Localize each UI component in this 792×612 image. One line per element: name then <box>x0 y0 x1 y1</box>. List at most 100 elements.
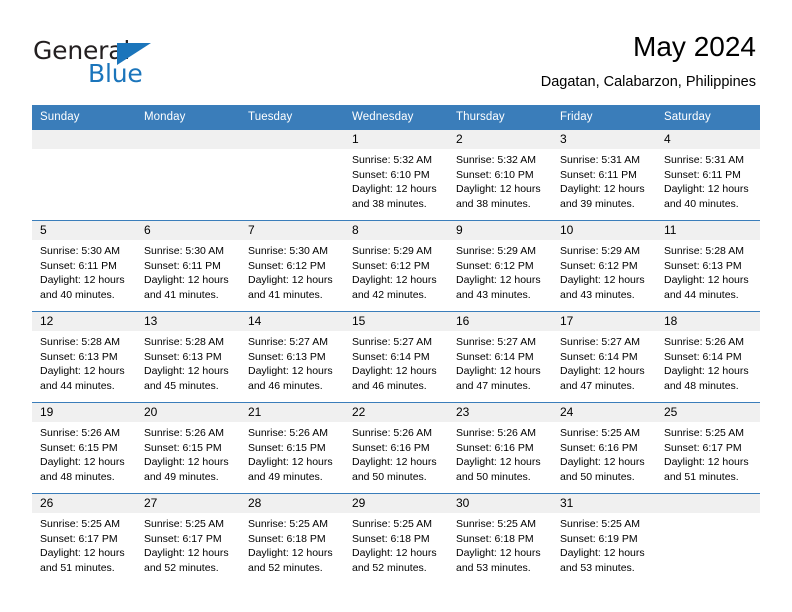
day-number <box>656 494 760 513</box>
sunset-text: Sunset: 6:12 PM <box>456 259 534 272</box>
daylight-text-line1: Daylight: 12 hours <box>456 274 541 287</box>
daylight-text-line2: and 53 minutes. <box>456 561 531 574</box>
calendar-day-cell[interactable]: 26 Sunrise: 5:25 AM Sunset: 6:17 PM Dayligh… <box>32 493 136 584</box>
calendar-week-row: 5 Sunrise: 5:30 AM Sunset: 6:11 PM Daylight… <box>32 220 760 312</box>
day-number: 28 <box>240 494 344 513</box>
daylight-text-line2: and 49 minutes. <box>248 470 323 483</box>
calendar-day-cell-empty <box>136 130 240 221</box>
sunrise-text: Sunrise: 5:26 AM <box>144 427 224 439</box>
calendar-day-cell[interactable]: 19 Sunrise: 5:26 AM Sunset: 6:15 PM Dayligh… <box>32 402 136 494</box>
calendar-day-cell[interactable]: 16 Sunrise: 5:27 AM Sunset: 6:14 PM Dayligh… <box>448 311 552 403</box>
sunset-text: Sunset: 6:11 PM <box>664 168 741 181</box>
calendar-day-cell[interactable]: 25 Sunrise: 5:25 AM Sunset: 6:17 PM Dayligh… <box>656 402 760 494</box>
day-details: Sunrise: 5:28 AM Sunset: 6:13 PM Daylight:… <box>656 240 760 302</box>
day-details: Sunrise: 5:30 AM Sunset: 6:11 PM Daylight:… <box>32 240 136 302</box>
day-number: 10 <box>552 221 656 240</box>
sunset-text: Sunset: 6:13 PM <box>248 350 326 363</box>
calendar-day-cell[interactable]: 20 Sunrise: 5:26 AM Sunset: 6:15 PM Dayligh… <box>136 402 240 494</box>
calendar-day-cell[interactable]: 22 Sunrise: 5:26 AM Sunset: 6:16 PM Dayligh… <box>344 402 448 494</box>
calendar-day-cell[interactable]: 4 Sunrise: 5:31 AM Sunset: 6:11 PM Daylight… <box>656 130 760 221</box>
daylight-text-line2: and 39 minutes. <box>560 197 635 210</box>
daylight-text-line2: and 43 minutes. <box>560 288 635 301</box>
daylight-text-line2: and 50 minutes. <box>560 470 635 483</box>
calendar-day-cell[interactable]: 8 Sunrise: 5:29 AM Sunset: 6:12 PM Daylight… <box>344 220 448 312</box>
sunrise-text: Sunrise: 5:27 AM <box>352 336 432 348</box>
daylight-text-line1: Daylight: 12 hours <box>456 547 541 560</box>
day-number: 3 <box>552 130 656 149</box>
sunrise-text: Sunrise: 5:27 AM <box>560 336 640 348</box>
sunrise-text: Sunrise: 5:27 AM <box>248 336 328 348</box>
calendar-day-cell[interactable]: 29 Sunrise: 5:25 AM Sunset: 6:18 PM Dayligh… <box>344 493 448 584</box>
day-number: 25 <box>656 403 760 422</box>
day-details: Sunrise: 5:25 AM Sunset: 6:18 PM Daylight:… <box>240 513 344 575</box>
day-details: Sunrise: 5:28 AM Sunset: 6:13 PM Daylight:… <box>32 331 136 393</box>
daylight-text-line1: Daylight: 12 hours <box>560 456 645 469</box>
sunset-text: Sunset: 6:19 PM <box>560 532 638 545</box>
daylight-text-line2: and 50 minutes. <box>456 470 531 483</box>
calendar-day-cell[interactable]: 9 Sunrise: 5:29 AM Sunset: 6:12 PM Daylight… <box>448 220 552 312</box>
day-number: 17 <box>552 312 656 331</box>
daylight-text-line1: Daylight: 12 hours <box>456 456 541 469</box>
calendar-day-cell[interactable]: 17 Sunrise: 5:27 AM Sunset: 6:14 PM Dayligh… <box>552 311 656 403</box>
day-number: 2 <box>448 130 552 149</box>
calendar-day-cell[interactable]: 23 Sunrise: 5:26 AM Sunset: 6:16 PM Dayligh… <box>448 402 552 494</box>
day-number <box>240 130 344 149</box>
day-details: Sunrise: 5:31 AM Sunset: 6:11 PM Daylight:… <box>656 149 760 211</box>
daylight-text-line2: and 51 minutes. <box>40 561 115 574</box>
calendar-day-cell[interactable]: 13 Sunrise: 5:28 AM Sunset: 6:13 PM Dayligh… <box>136 311 240 403</box>
calendar-day-cell[interactable]: 21 Sunrise: 5:26 AM Sunset: 6:15 PM Dayligh… <box>240 402 344 494</box>
calendar-week-row: 12 Sunrise: 5:28 AM Sunset: 6:13 PM Dayligh… <box>32 311 760 403</box>
daylight-text-line2: and 49 minutes. <box>144 470 219 483</box>
daylight-text-line2: and 53 minutes. <box>560 561 635 574</box>
logo-text-blue: Blue <box>88 59 143 88</box>
day-details: Sunrise: 5:27 AM Sunset: 6:14 PM Daylight:… <box>344 331 448 393</box>
sunset-text: Sunset: 6:11 PM <box>144 259 221 272</box>
day-details: Sunrise: 5:29 AM Sunset: 6:12 PM Daylight:… <box>448 240 552 302</box>
calendar-day-cell[interactable]: 10 Sunrise: 5:29 AM Sunset: 6:12 PM Dayligh… <box>552 220 656 312</box>
daylight-text-line1: Daylight: 12 hours <box>40 456 125 469</box>
calendar-day-cell[interactable]: 3 Sunrise: 5:31 AM Sunset: 6:11 PM Daylight… <box>552 130 656 221</box>
calendar-day-cell[interactable]: 15 Sunrise: 5:27 AM Sunset: 6:14 PM Dayligh… <box>344 311 448 403</box>
sunset-text: Sunset: 6:15 PM <box>144 441 222 454</box>
daylight-text-line1: Daylight: 12 hours <box>352 547 437 560</box>
day-number: 27 <box>136 494 240 513</box>
sunrise-text: Sunrise: 5:30 AM <box>248 245 328 257</box>
daylight-text-line2: and 50 minutes. <box>352 470 427 483</box>
calendar-day-cell[interactable]: 6 Sunrise: 5:30 AM Sunset: 6:11 PM Daylight… <box>136 220 240 312</box>
weekday-header-thursday: Thursday <box>448 105 552 130</box>
calendar-day-cell[interactable]: 28 Sunrise: 5:25 AM Sunset: 6:18 PM Dayligh… <box>240 493 344 584</box>
sunrise-text: Sunrise: 5:30 AM <box>144 245 224 257</box>
day-details: Sunrise: 5:26 AM Sunset: 6:15 PM Daylight:… <box>240 422 344 484</box>
day-details: Sunrise: 5:26 AM Sunset: 6:16 PM Daylight:… <box>344 422 448 484</box>
sunset-text: Sunset: 6:12 PM <box>352 259 430 272</box>
calendar-day-cell[interactable]: 5 Sunrise: 5:30 AM Sunset: 6:11 PM Daylight… <box>32 220 136 312</box>
calendar-day-cell[interactable]: 7 Sunrise: 5:30 AM Sunset: 6:12 PM Daylight… <box>240 220 344 312</box>
day-details: Sunrise: 5:25 AM Sunset: 6:16 PM Daylight:… <box>552 422 656 484</box>
calendar-day-cell[interactable]: 11 Sunrise: 5:28 AM Sunset: 6:13 PM Dayligh… <box>656 220 760 312</box>
calendar-grid: Sunday Monday Tuesday Wednesday Thursday… <box>32 105 760 584</box>
day-number <box>136 130 240 149</box>
general-blue-logo[interactable]: General Blue <box>33 36 213 88</box>
sunrise-text: Sunrise: 5:26 AM <box>352 427 432 439</box>
daylight-text-line1: Daylight: 12 hours <box>352 183 437 196</box>
daylight-text-line1: Daylight: 12 hours <box>560 274 645 287</box>
weekday-header-sunday: Sunday <box>32 105 136 130</box>
sunrise-text: Sunrise: 5:29 AM <box>352 245 432 257</box>
calendar-day-cell[interactable]: 18 Sunrise: 5:26 AM Sunset: 6:14 PM Dayligh… <box>656 311 760 403</box>
day-details: Sunrise: 5:25 AM Sunset: 6:18 PM Daylight:… <box>344 513 448 575</box>
calendar-day-cell[interactable]: 12 Sunrise: 5:28 AM Sunset: 6:13 PM Dayligh… <box>32 311 136 403</box>
daylight-text-line1: Daylight: 12 hours <box>248 365 333 378</box>
calendar-day-cell[interactable]: 24 Sunrise: 5:25 AM Sunset: 6:16 PM Dayligh… <box>552 402 656 494</box>
calendar-day-cell[interactable]: 27 Sunrise: 5:25 AM Sunset: 6:17 PM Dayligh… <box>136 493 240 584</box>
day-details: Sunrise: 5:32 AM Sunset: 6:10 PM Daylight:… <box>344 149 448 211</box>
calendar-day-cell[interactable]: 30 Sunrise: 5:25 AM Sunset: 6:18 PM Dayligh… <box>448 493 552 584</box>
calendar-day-cell[interactable]: 31 Sunrise: 5:25 AM Sunset: 6:19 PM Dayligh… <box>552 493 656 584</box>
calendar-day-cell[interactable]: 1 Sunrise: 5:32 AM Sunset: 6:10 PM Daylight… <box>344 130 448 221</box>
calendar-day-cell[interactable]: 14 Sunrise: 5:27 AM Sunset: 6:13 PM Dayligh… <box>240 311 344 403</box>
daylight-text-line1: Daylight: 12 hours <box>352 274 437 287</box>
day-number: 29 <box>344 494 448 513</box>
calendar-day-cell[interactable]: 2 Sunrise: 5:32 AM Sunset: 6:10 PM Daylight… <box>448 130 552 221</box>
day-number: 12 <box>32 312 136 331</box>
page-subtitle: Dagatan, Calabarzon, Philippines <box>540 74 756 90</box>
daylight-text-line2: and 52 minutes. <box>144 561 219 574</box>
